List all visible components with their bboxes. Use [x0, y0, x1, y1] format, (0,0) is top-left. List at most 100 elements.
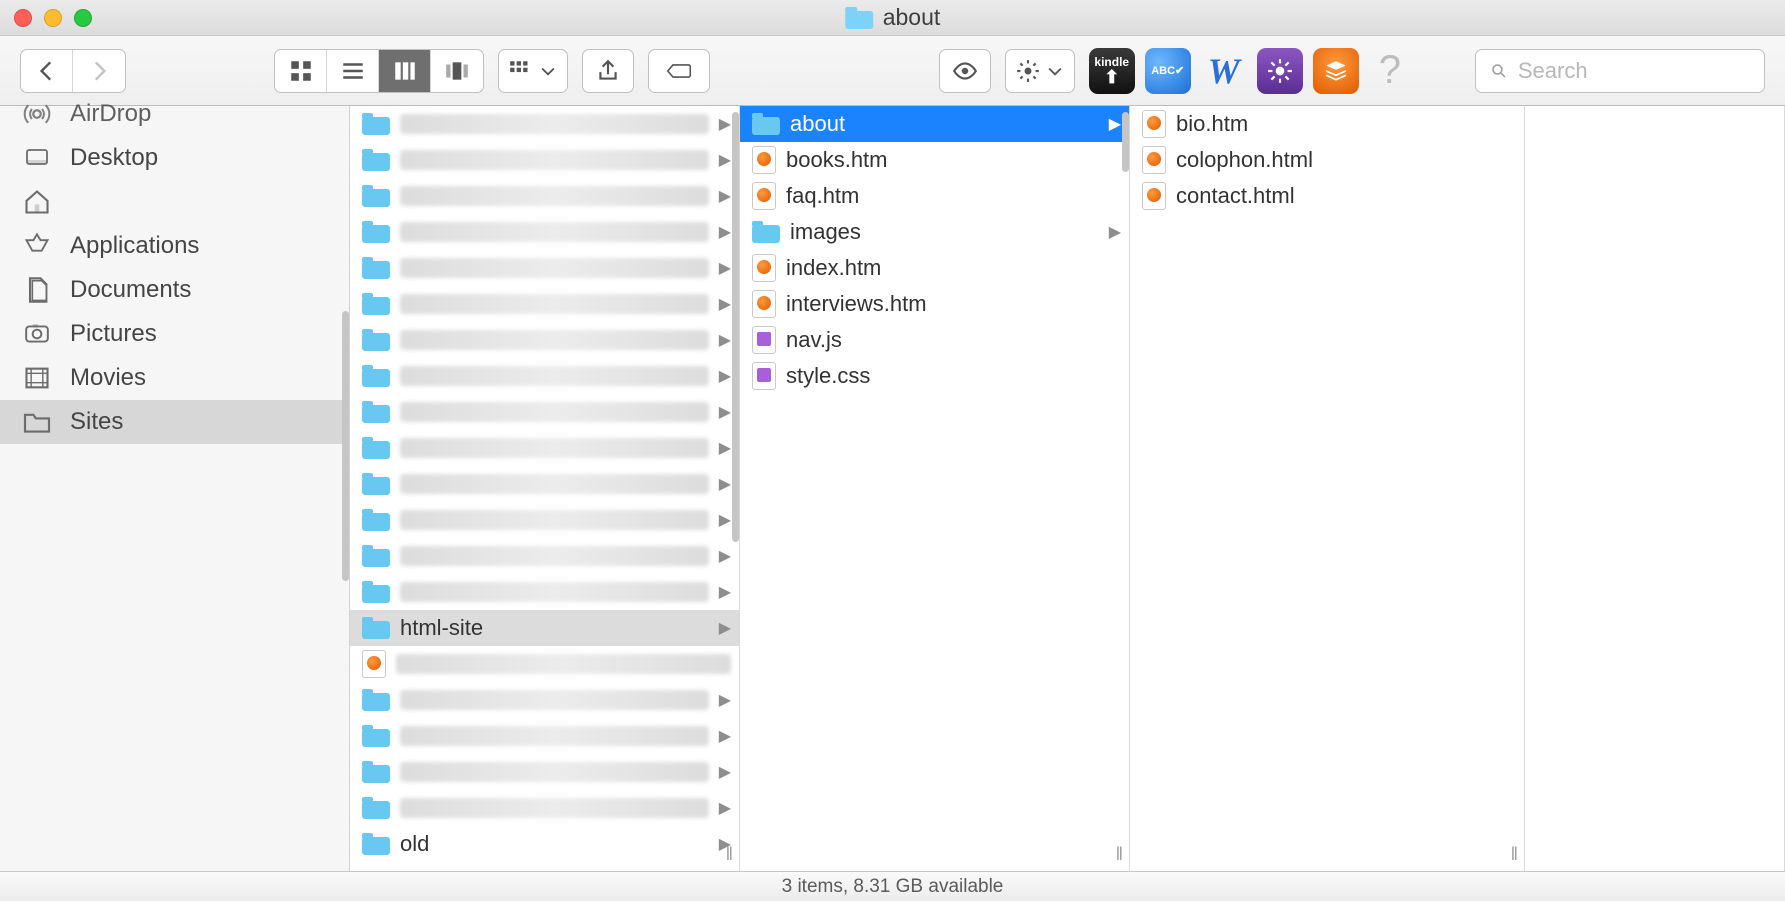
list-view-button[interactable]: [327, 50, 379, 92]
item-label: books.htm: [786, 147, 1121, 173]
chevron-right-icon: ▶: [719, 438, 731, 458]
sidebar-item-pictures[interactable]: Pictures: [0, 312, 349, 356]
list-item[interactable]: about▶: [740, 106, 1129, 142]
column-3[interactable]: bio.htm colophon.html contact.html ‖: [1130, 106, 1525, 871]
list-item[interactable]: ▶: [350, 286, 739, 322]
sidebar-item-applications[interactable]: Applications: [0, 224, 349, 268]
folder-icon: [362, 293, 390, 315]
list-item[interactable]: images▶: [740, 214, 1129, 250]
list-item[interactable]: ▶: [350, 538, 739, 574]
action-button[interactable]: [1005, 49, 1075, 93]
close-window-button[interactable]: [14, 9, 32, 27]
sidebar-item-movies[interactable]: Movies: [0, 356, 349, 400]
list-item[interactable]: [350, 646, 739, 682]
html-icon: [752, 290, 776, 318]
folder-icon: [362, 509, 390, 531]
chevron-right-icon: ▶: [1109, 222, 1121, 242]
list-item[interactable]: contact.html: [1130, 178, 1524, 214]
list-item[interactable]: interviews.htm: [740, 286, 1129, 322]
minimize-window-button[interactable]: [44, 9, 62, 27]
sidebar-item-label: Pictures: [70, 320, 157, 348]
list-item[interactable]: colophon.html: [1130, 142, 1524, 178]
sidebar-scrollbar[interactable]: [342, 311, 349, 581]
app-icon-automator[interactable]: [1257, 48, 1303, 94]
sidebar: AirDrop Desktop Applications Documents P…: [0, 106, 350, 871]
app-icon-spellcheck[interactable]: ABC✔: [1145, 48, 1191, 94]
item-label: interviews.htm: [786, 291, 1121, 317]
app-icon-stack[interactable]: [1313, 48, 1359, 94]
item-label: faq.htm: [786, 183, 1121, 209]
item-label: index.htm: [786, 255, 1121, 281]
arrange-button[interactable]: [498, 49, 568, 93]
list-item[interactable]: ▶: [350, 718, 739, 754]
column-scrollbar[interactable]: [1122, 112, 1129, 172]
column-resize-handle[interactable]: ‖: [726, 844, 735, 865]
html-icon: [1142, 110, 1166, 138]
quicklook-button[interactable]: [939, 49, 991, 93]
list-item[interactable]: ▶: [350, 214, 739, 250]
list-item[interactable]: ▶: [350, 754, 739, 790]
html-icon: [1142, 182, 1166, 210]
search-icon: [1490, 61, 1508, 81]
column-scrollbar[interactable]: [732, 112, 739, 542]
sidebar-item-airdrop[interactable]: AirDrop: [0, 92, 349, 136]
share-button[interactable]: [582, 49, 634, 93]
column-resize-handle[interactable]: ‖: [1116, 844, 1125, 865]
column-2[interactable]: about▶ books.htm faq.htm images▶ index.htm in…: [740, 106, 1130, 871]
tags-button[interactable]: [648, 49, 710, 93]
zoom-window-button[interactable]: [74, 9, 92, 27]
list-item[interactable]: ▶: [350, 358, 739, 394]
list-item[interactable]: ▶: [350, 790, 739, 826]
folder-icon: [362, 185, 390, 207]
column-4[interactable]: [1525, 106, 1785, 871]
list-item[interactable]: ▶: [350, 142, 739, 178]
forward-button[interactable]: [73, 50, 125, 92]
status-bar: 3 items, 8.31 GB available: [0, 871, 1785, 901]
item-label: colophon.html: [1176, 147, 1516, 173]
sidebar-item-documents[interactable]: Documents: [0, 268, 349, 312]
applications-icon: [20, 231, 54, 261]
sidebar-item-sites[interactable]: Sites: [0, 400, 349, 444]
list-item[interactable]: nav.js: [740, 322, 1129, 358]
chevron-right-icon: ▶: [719, 546, 731, 566]
column-resize-handle[interactable]: ‖: [1511, 844, 1520, 865]
back-button[interactable]: [21, 50, 73, 92]
search-input[interactable]: [1518, 58, 1750, 84]
list-item[interactable]: ▶: [350, 178, 739, 214]
chevron-right-icon: ▶: [719, 474, 731, 494]
list-item[interactable]: index.htm: [740, 250, 1129, 286]
column-view-button[interactable]: [379, 50, 431, 92]
search-field[interactable]: [1475, 49, 1765, 93]
chevron-right-icon: ▶: [719, 762, 731, 782]
chevron-right-icon: ▶: [719, 402, 731, 422]
app-icon-kindle[interactable]: kindle⬆: [1089, 48, 1135, 94]
desktop-icon: [20, 143, 54, 173]
help-button[interactable]: ?: [1373, 48, 1407, 93]
icon-view-button[interactable]: [275, 50, 327, 92]
folder-icon: [362, 689, 390, 711]
list-item[interactable]: ▶: [350, 430, 739, 466]
list-item[interactable]: ▶: [350, 682, 739, 718]
list-item[interactable]: books.htm: [740, 142, 1129, 178]
column-1[interactable]: ▶▶▶▶▶▶▶▶▶▶▶▶▶▶html-site▶▶▶▶▶old▶ ‖: [350, 106, 740, 871]
list-item[interactable]: ▶: [350, 322, 739, 358]
folder-icon: [20, 407, 54, 437]
list-item[interactable]: ▶: [350, 106, 739, 142]
list-item[interactable]: ▶: [350, 394, 739, 430]
window-title: about: [845, 4, 941, 31]
list-item[interactable]: html-site▶: [350, 610, 739, 646]
sidebar-item-home[interactable]: [0, 180, 349, 224]
app-icon-w[interactable]: W: [1201, 48, 1247, 94]
list-item[interactable]: ▶: [350, 502, 739, 538]
list-item[interactable]: bio.htm: [1130, 106, 1524, 142]
coverflow-view-button[interactable]: [431, 50, 483, 92]
sidebar-item-desktop[interactable]: Desktop: [0, 136, 349, 180]
arrange-icon: [508, 58, 534, 84]
chevron-left-icon: [34, 58, 60, 84]
list-item[interactable]: ▶: [350, 574, 739, 610]
list-item[interactable]: ▶: [350, 250, 739, 286]
list-item[interactable]: faq.htm: [740, 178, 1129, 214]
list-item[interactable]: old▶: [350, 826, 739, 862]
list-item[interactable]: ▶: [350, 466, 739, 502]
list-item[interactable]: style.css: [740, 358, 1129, 394]
